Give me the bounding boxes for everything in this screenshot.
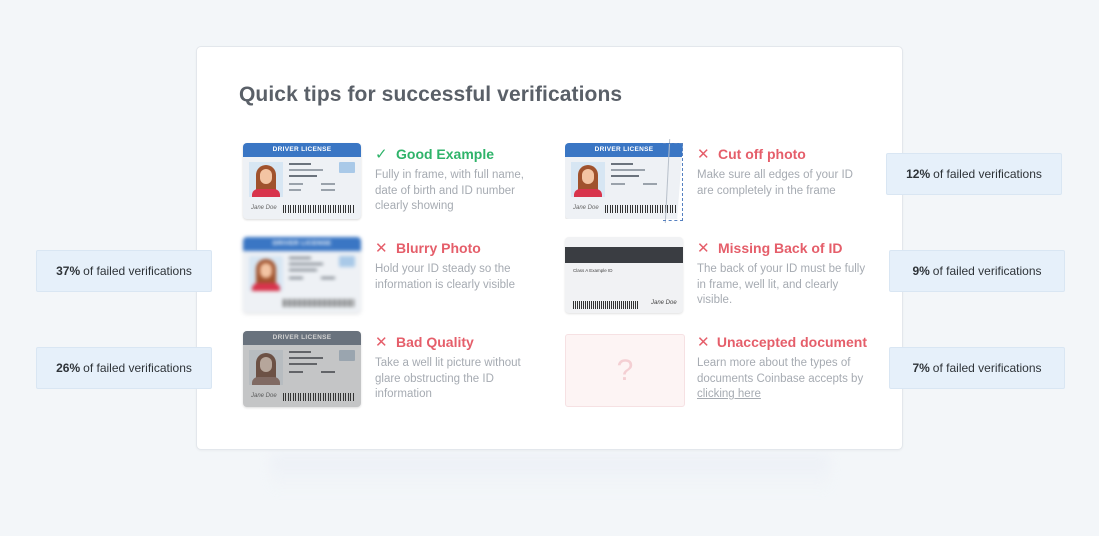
accepted-documents-link[interactable]: clicking here (697, 388, 761, 400)
stat-value: 9% (912, 264, 930, 278)
tip-title: Cut off photo (718, 146, 806, 162)
stat-value: 37% (56, 264, 81, 278)
check-icon: ✓ (375, 146, 388, 163)
stat-label: of failed verifications (932, 361, 1042, 375)
frame-edge-dashed (663, 143, 683, 221)
panel-reflection (270, 455, 830, 493)
cross-icon: ✕ (375, 334, 388, 351)
tips-panel: Quick tips for successful verifications … (196, 46, 903, 450)
stat-cut-off-photo: 12% of failed verifications (886, 153, 1062, 195)
unknown-document-image: ? (565, 334, 685, 412)
id-card-back-image: Class A Example ID Jane Doe (565, 237, 685, 315)
stat-label: of failed verifications (932, 264, 1042, 278)
id-card-good-image: DRIVER LICENSE Jane Doe (243, 143, 363, 221)
tip-bad-quality: DRIVER LICENSE Jane Doe ✕ Bad Quality Tak… (243, 331, 563, 417)
id-card-bad-quality-image: DRIVER LICENSE Jane Doe (243, 331, 363, 409)
stat-unaccepted-document: 7% of failed verifications (889, 347, 1065, 389)
tip-blurry-photo: DRIVER LICENSE ✕ Blurry Photo Hold your I… (243, 237, 563, 323)
tip-title: Bad Quality (396, 334, 474, 350)
id-card-cut-off-image: DRIVER LICENSE Jane Doe (565, 139, 685, 223)
tip-title: Blurry Photo (396, 240, 481, 256)
stat-blurry-photo: 37% of failed verifications (36, 250, 212, 292)
tip-description: Learn more about the types of documents … (697, 357, 864, 400)
cross-icon: ✕ (375, 240, 388, 257)
cross-icon: ✕ (697, 334, 710, 351)
tip-title: Missing Back of ID (718, 240, 843, 256)
tip-cut-off-photo: DRIVER LICENSE Jane Doe ✕ Cut off photo M… (565, 139, 885, 229)
tip-description: Fully in frame, with full name, date of … (375, 169, 524, 212)
cross-icon: ✕ (697, 146, 710, 163)
tip-good-example: DRIVER LICENSE Jane Doe ✓ Good Example Fu… (243, 143, 563, 229)
stat-label: of failed verifications (83, 264, 192, 278)
card-band-label: DRIVER LICENSE (243, 143, 361, 157)
stat-bad-quality: 26% of failed verifications (36, 347, 212, 389)
tip-title: Good Example (396, 146, 495, 162)
tip-description: Make sure all edges of your ID are compl… (697, 169, 853, 197)
page-title: Quick tips for successful verifications (239, 83, 623, 106)
tip-title: Unaccepted document (716, 334, 867, 350)
stat-value: 12% (906, 167, 931, 181)
cross-icon: ✕ (697, 240, 710, 257)
tip-description: Hold your ID steady so the information i… (375, 263, 515, 291)
stat-missing-back-of-id: 9% of failed verifications (889, 250, 1065, 292)
tip-missing-back-of-id: Class A Example ID Jane Doe ✕ Missing Bac… (565, 237, 885, 323)
tip-description: The back of your ID must be fully in fra… (697, 263, 866, 306)
id-card-blurry-image: DRIVER LICENSE (243, 237, 363, 315)
tip-unaccepted-document: ? ✕ Unaccepted document Learn more about … (565, 334, 885, 420)
stat-label: of failed verifications (933, 167, 1042, 181)
stat-value: 7% (912, 361, 930, 375)
tip-description: Take a well lit picture without glare ob… (375, 357, 521, 400)
stat-label: of failed verifications (83, 361, 192, 375)
question-mark-icon: ? (565, 334, 685, 407)
stat-value: 26% (56, 361, 81, 375)
